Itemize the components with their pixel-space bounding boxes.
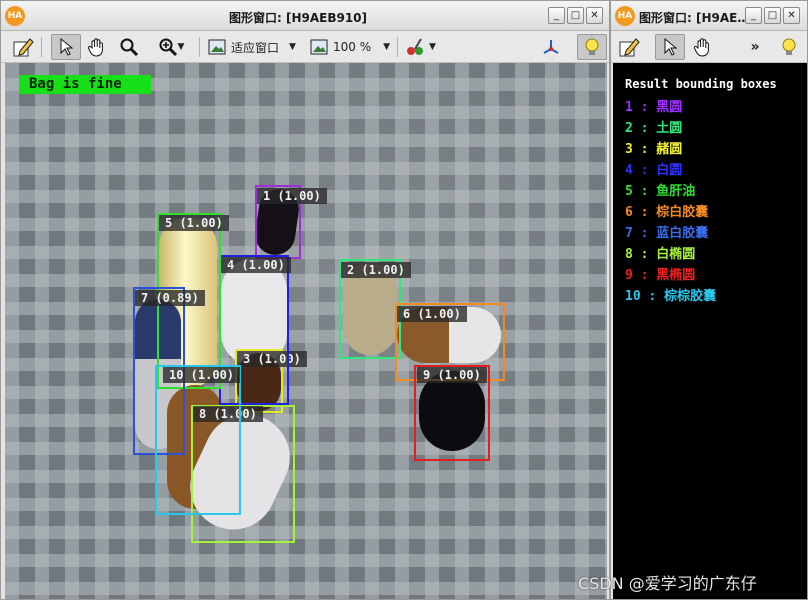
bbox-label-4: 4 (1.00) [221,257,291,273]
pan-hand-icon[interactable] [691,34,715,60]
fit-window-icon [208,39,226,55]
result-item-8: 8 : 白椭圆 [625,247,696,262]
side-window-controls: _ □ ✕ [745,7,800,24]
main-graphics-window: HA 图形窗口: [H9AEB910] _ □ ✕ ▼ 适应窗口 ▼ 100 %… [0,0,610,600]
side-title-bar[interactable]: HA 图形窗口: [H9AE… _ □ ✕ [611,1,807,31]
result-item-6: 6 : 棕白胶囊 [625,205,709,220]
fit-window-dropdown[interactable]: 适应窗口 ▼ [207,34,296,60]
zoom-level-label: 100 % [333,40,372,54]
bbox-label-5: 5 (1.00) [159,215,229,231]
chevron-down-icon: ▼ [383,42,391,52]
toolbar-overflow-button[interactable]: » [743,34,767,60]
side-window-title: 图形窗口: [H9AE… [639,11,750,25]
maximize-button[interactable]: □ [764,7,781,24]
minimize-button[interactable]: _ [745,7,762,24]
zoom-in-icon [159,38,177,57]
result-item-1: 1 : 黑圆 [625,100,683,115]
window-title: 图形窗口: [H9AEB910] [229,11,368,25]
side-toolbar: » [611,31,807,63]
chevron-down-icon: ▼ [177,42,185,52]
halcon-logo-icon: HA [615,6,635,26]
result-item-2: 2 : 土圆 [625,121,683,136]
bbox-label-2: 2 (1.00) [341,262,411,278]
result-item-5: 5 : 鱼肝油 [625,184,696,199]
chevron-down-icon: ▼ [289,42,296,52]
lightbulb-icon[interactable] [577,34,607,60]
paint-colors-icon [407,38,423,55]
pointer-tool-icon[interactable] [51,34,81,60]
edit-pencil-icon[interactable] [11,34,35,60]
zoom-in-dropdown[interactable]: ▼ [149,34,193,60]
results-canvas[interactable]: Result bounding boxes 1 : 黑圆 2 : 土圆 3 : … [613,63,807,599]
lightbulb-icon[interactable] [777,34,801,60]
bbox-10 [155,365,241,515]
color-paint-dropdown[interactable]: ▼ [405,34,436,60]
watermark: CSDN @爱学习的广东仔 [578,574,757,593]
bbox-label-1: 1 (1.00) [257,188,327,204]
edit-pencil-icon[interactable] [617,34,641,60]
close-button[interactable]: ✕ [783,7,800,24]
zoom-level-dropdown[interactable]: 100 % ▼ [309,34,390,60]
image-canvas[interactable]: Bag is fine 1 (1.00) 2 (1.00) 3 (1.00) 4… [5,63,607,599]
main-toolbar: ▼ 适应窗口 ▼ 100 % ▼ ▼ [1,31,609,63]
bbox-label-10: 10 (1.00) [163,367,241,383]
pointer-tool-icon[interactable] [655,34,685,60]
results-heading: Result bounding boxes [625,77,777,91]
status-badge: Bag is fine [19,75,151,94]
bbox-label-9: 9 (1.00) [417,367,487,383]
main-title-bar[interactable]: HA 图形窗口: [H9AEB910] _ □ ✕ [1,1,609,31]
result-item-9: 9 : 黑椭圆 [625,268,696,283]
halcon-logo-icon: HA [5,6,25,26]
coordinates-icon[interactable] [539,34,563,60]
result-item-3: 3 : 赭圆 [625,142,683,157]
chevron-down-icon: ▼ [429,42,436,52]
bbox-label-6: 6 (1.00) [397,306,467,322]
minimize-button[interactable]: _ [548,7,565,24]
zoom-image-icon [310,39,328,55]
result-graphics-window: HA 图形窗口: [H9AE… _ □ ✕ » Result bounding … [610,0,808,600]
pan-hand-icon[interactable] [85,34,109,60]
result-item-4: 4 : 白圆 [625,163,683,178]
fit-window-label: 适应窗口 [231,40,280,55]
result-item-7: 7 : 蓝白胶囊 [625,226,709,241]
close-button[interactable]: ✕ [586,7,603,24]
window-controls: _ □ ✕ [548,7,603,24]
magnifier-icon[interactable] [117,34,141,60]
result-item-10: 10 : 棕棕胶囊 [625,289,717,304]
maximize-button[interactable]: □ [567,7,584,24]
bbox-label-7: 7 (0.89) [135,290,205,306]
